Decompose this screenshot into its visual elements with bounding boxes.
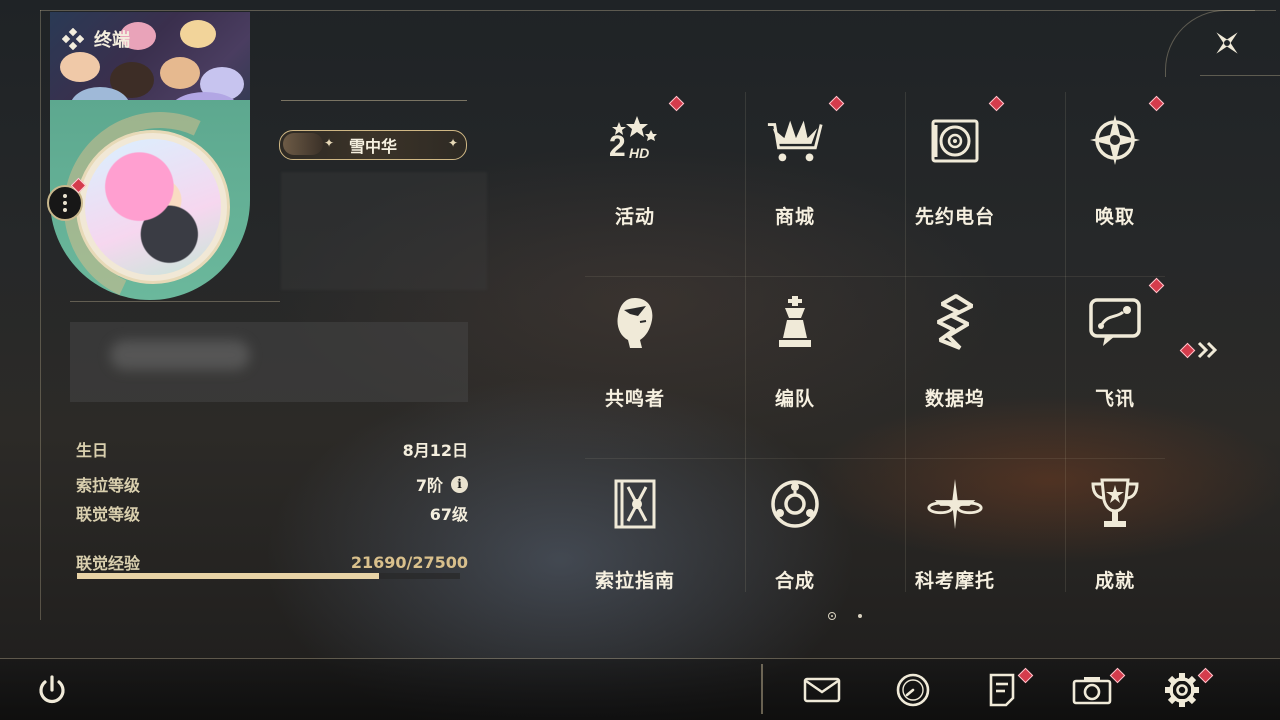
name-divider <box>281 100 467 101</box>
stat-birthday-value: 8月12日 <box>402 441 468 460</box>
grid-divider <box>585 276 1165 277</box>
menu-item-team-chess[interactable]: 编队 <box>715 278 875 458</box>
menu-item-guide-book[interactable]: 索拉指南 <box>555 460 715 640</box>
power-button[interactable] <box>32 670 72 710</box>
close-button[interactable] <box>1210 26 1244 60</box>
double-chevron-right-icon <box>1197 341 1218 359</box>
profile-separator <box>70 301 280 302</box>
menu-item-event-2hd[interactable]: 2 HD 活动 <box>555 95 715 276</box>
stat-sola-level-value: 7阶 <box>415 476 443 495</box>
blurred-id-area <box>281 172 487 290</box>
page-dot[interactable] <box>858 614 862 618</box>
clock-button[interactable] <box>893 670 933 710</box>
motorbike-icon <box>925 474 985 534</box>
page-title-text: 终端 <box>94 30 130 51</box>
grid-divider <box>585 458 1165 459</box>
summon-compass-icon <box>1085 110 1145 170</box>
data-dock-icon <box>925 292 985 352</box>
menu-item-summon-compass[interactable]: 唤取 <box>1035 95 1195 276</box>
menu-item-label: 先约电台 <box>914 206 995 228</box>
settings-gear-icon <box>1165 673 1199 707</box>
menu-item-label: 数据坞 <box>924 388 985 410</box>
shop-cart-icon <box>765 110 825 170</box>
menu-item-shop-cart[interactable]: 商城 <box>715 95 875 276</box>
svg-text:2: 2 <box>609 130 626 163</box>
stat-sola-level-label: 索拉等级 <box>76 476 141 495</box>
menu-item-data-dock[interactable]: 数据坞 <box>875 278 1035 458</box>
close-star-icon <box>1216 32 1238 54</box>
stat-xp-label: 联觉经验 <box>76 554 141 573</box>
mail-icon <box>803 677 841 703</box>
notice-button[interactable] <box>982 667 1034 710</box>
menu-item-badge <box>1148 277 1165 294</box>
frame-left-line <box>40 10 41 620</box>
next-page-badge <box>1179 342 1196 358</box>
resonator-head-icon <box>605 292 665 352</box>
menu-item-badge <box>988 95 1005 112</box>
page-dot-active[interactable] <box>828 612 836 620</box>
stat-synesthesia-label: 联觉等级 <box>76 505 141 524</box>
settings-button[interactable] <box>1162 667 1214 710</box>
next-page-button[interactable] <box>1179 340 1221 360</box>
avatar-image <box>85 139 221 275</box>
trophy-icon <box>1085 474 1145 534</box>
stat-birthday: 生日 8月12日 <box>76 437 468 461</box>
menu-item-label: 唤取 <box>1094 206 1135 228</box>
menu-item-label: 科考摩托 <box>914 570 995 592</box>
xp-progress-fill <box>77 573 380 579</box>
menu-item-label: 合成 <box>774 570 815 592</box>
svg-text:HD: HD <box>629 145 649 161</box>
camera-button[interactable] <box>1072 667 1126 710</box>
mail-button[interactable] <box>802 670 842 710</box>
synthesis-icon <box>765 474 825 534</box>
menu-item-label: 共鸣者 <box>604 388 665 410</box>
terminal-diamond-icon <box>62 28 84 50</box>
menu-item-motorbike[interactable]: 科考摩托 <box>875 460 1035 640</box>
stat-sola-level-value-wrap: 7阶 i <box>416 472 468 496</box>
stat-xp: 联觉经验 21690/27500 <box>76 550 468 574</box>
notice-icon <box>989 673 1015 707</box>
menu-item-trophy[interactable]: 成就 <box>1035 460 1195 640</box>
menu-item-label: 成就 <box>1094 570 1135 592</box>
stat-synesthesia-level: 联觉等级 67级 <box>76 501 468 525</box>
clock-icon <box>896 673 930 707</box>
message-chat-icon <box>1085 292 1145 352</box>
blurred-signature-area <box>70 322 468 402</box>
team-chess-icon <box>765 292 825 352</box>
frame-top-right-line <box>1200 75 1280 76</box>
page-title: 终端 <box>62 26 130 52</box>
menu-item-badge <box>668 95 685 112</box>
menu-item-message-chat[interactable]: 飞讯 <box>1035 277 1195 458</box>
info-icon[interactable]: i <box>451 475 468 493</box>
menu-item-resonator-head[interactable]: 共鸣者 <box>555 278 715 458</box>
event-2hd-icon: 2 HD <box>605 110 665 170</box>
camera-icon <box>1072 677 1112 705</box>
player-name: 雪中华 <box>348 137 397 156</box>
stat-birthday-label: 生日 <box>76 441 109 460</box>
xp-progress-bar <box>77 573 460 579</box>
name-plate-star-right: ✦ <box>447 136 458 150</box>
stat-sola-level: 索拉等级 7阶 i <box>76 472 468 496</box>
bottom-divider <box>761 664 763 714</box>
menu-item-label: 编队 <box>774 388 815 410</box>
menu-item-radio-record[interactable]: 先约电台 <box>875 95 1035 276</box>
stat-synesthesia-value: 67级 <box>429 505 468 524</box>
menu-item-label: 商城 <box>774 206 815 228</box>
page-indicator <box>828 612 862 620</box>
power-icon <box>39 675 65 704</box>
menu-item-label: 索拉指南 <box>594 570 675 592</box>
player-name-plate: ✦ 雪中华 ✦ <box>279 130 467 160</box>
name-plate-portrait <box>283 133 323 155</box>
guide-book-icon <box>605 474 665 534</box>
menu-item-badge <box>1148 95 1165 112</box>
avatar[interactable] <box>76 130 230 284</box>
menu-item-badge <box>828 95 845 112</box>
menu-item-label: 活动 <box>614 206 655 228</box>
stat-xp-value: 21690/27500 <box>350 552 468 572</box>
frame-top-line <box>40 10 1255 11</box>
name-plate-star-left: ✦ <box>324 136 335 150</box>
radio-record-icon <box>925 110 985 170</box>
menu-item-label: 飞讯 <box>1094 388 1135 410</box>
